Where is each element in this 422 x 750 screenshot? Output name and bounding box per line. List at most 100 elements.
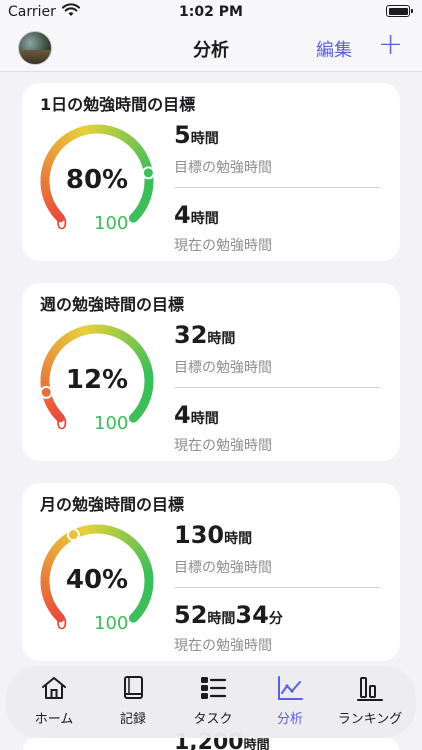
gauge-arc-segment bbox=[44, 198, 55, 207]
monthly-goal-card[interactable]: 月の勉強時間の目標 40% 0 100 130時間 目標の勉強時間 52時間34… bbox=[22, 483, 400, 661]
gauge-arc-segment bbox=[67, 330, 76, 341]
gauge-arc-segment bbox=[111, 527, 120, 538]
daily-goal-card[interactable]: 1日の勉強時間の目標 80% 0 100 5時間 目標の勉強時間 4時間 現在の… bbox=[22, 83, 400, 261]
gauge-arc-segment bbox=[108, 126, 116, 136]
current-caption: 現在の勉強時間 bbox=[174, 638, 272, 654]
gauge-arc-segment bbox=[88, 524, 94, 535]
gauge-arc-segment bbox=[137, 402, 148, 412]
tab-ranking[interactable]: ランキング bbox=[329, 674, 411, 732]
target-time: 5時間 bbox=[174, 121, 219, 149]
gauge-max-label: 100 bbox=[94, 413, 129, 434]
gauge-arc-segment bbox=[130, 341, 141, 351]
gauge-arc-segment bbox=[48, 347, 59, 357]
tab-tasks[interactable]: タスク bbox=[172, 674, 254, 732]
gauge-arc-segment bbox=[100, 124, 107, 135]
gauge-arc-segment bbox=[79, 525, 87, 536]
gauge-arc-segment bbox=[100, 524, 107, 535]
gauge-arc-segment bbox=[60, 534, 70, 545]
bar-chart-icon bbox=[357, 677, 383, 701]
tab-analysis[interactable]: 分析 bbox=[249, 674, 331, 732]
gauge-arc-segment bbox=[57, 137, 67, 148]
status-bar: Carrier 1:02 PM bbox=[0, 0, 422, 24]
gauge-arc-segment bbox=[104, 125, 111, 135]
gauge-max-label: 100 bbox=[94, 213, 129, 234]
gauge-arc-segment bbox=[75, 127, 83, 138]
gauge-arc-segment bbox=[130, 541, 141, 551]
gauge-arc-segment bbox=[118, 330, 128, 341]
current-unit: 時間 bbox=[207, 611, 236, 627]
gauge-arc-segment bbox=[44, 354, 55, 363]
divider bbox=[174, 587, 380, 588]
yearly-goal-card[interactable]: 1,200時間 bbox=[22, 730, 400, 750]
card-title: 1日の勉強時間の目標 bbox=[40, 95, 196, 114]
gauge-arc-segment bbox=[57, 537, 67, 548]
divider bbox=[174, 387, 380, 388]
gauge-arc-segment bbox=[48, 205, 59, 215]
gauge-arc-segment bbox=[43, 195, 54, 203]
gauge-arc-segment bbox=[60, 334, 70, 345]
gauge-max-label: 100 bbox=[94, 613, 129, 634]
gauge-arc-segment bbox=[128, 210, 142, 223]
gauge-arc-segment bbox=[139, 555, 150, 564]
target-number: 5 bbox=[174, 121, 191, 149]
current-minutes: 34 bbox=[235, 601, 269, 629]
gauge-arc-segment bbox=[67, 130, 76, 141]
tab-label: 分析 bbox=[276, 712, 303, 727]
current-time: 4時間 bbox=[174, 401, 219, 429]
gauge-percent: 80% bbox=[65, 165, 129, 195]
target-unit: 時間 bbox=[207, 331, 236, 347]
gauge-arc-segment bbox=[63, 332, 73, 343]
gauge-arc-segment bbox=[83, 525, 91, 535]
gauge-arc-segment bbox=[79, 325, 87, 336]
tab-bar: ホーム 記録 タスク 分析 ランキング bbox=[6, 666, 416, 738]
gauge-arc-segment bbox=[133, 144, 144, 154]
gauge-arc-segment bbox=[121, 132, 131, 143]
gauge-arc-segment bbox=[51, 143, 62, 154]
current-time: 52時間34分 bbox=[174, 601, 283, 629]
gauge-arc-segment bbox=[137, 202, 148, 212]
gauge-arc-segment bbox=[88, 124, 94, 135]
page-title: 分析 bbox=[193, 40, 229, 61]
gauge-arc-segment bbox=[71, 128, 80, 139]
target-time: 130時間 bbox=[174, 521, 252, 549]
gauge-arc-segment bbox=[128, 610, 142, 623]
gauge-arc-segment bbox=[44, 554, 55, 563]
clock: 1:02 PM bbox=[179, 4, 243, 20]
gauge-arc-segment bbox=[111, 127, 120, 138]
gauge-arc-segment bbox=[135, 547, 146, 557]
tab-record[interactable]: 記録 bbox=[92, 674, 174, 732]
goal-info: 5時間 目標の勉強時間 4時間 現在の勉強時間 bbox=[174, 83, 384, 261]
current-number: 4 bbox=[174, 201, 191, 229]
divider bbox=[174, 187, 380, 188]
gauge-arc-segment bbox=[137, 151, 148, 160]
gauge-arc-segment bbox=[135, 347, 146, 357]
gauge-arc-segment bbox=[46, 402, 57, 411]
gauge-arc-segment bbox=[118, 530, 128, 541]
add-button[interactable]: + bbox=[378, 30, 403, 60]
gauge-arc-segment bbox=[79, 125, 87, 136]
gauge-arc-segment bbox=[100, 324, 107, 335]
tab-label: ホーム bbox=[34, 712, 74, 727]
gauge-arc-segment bbox=[115, 128, 124, 139]
gauge-arc-segment bbox=[137, 602, 148, 612]
gauge-arc-segment bbox=[75, 327, 83, 338]
gauge-arc-segment bbox=[88, 324, 94, 335]
weekly-goal-card[interactable]: 週の勉強時間の目標 12% 0 100 32時間 目標の勉強時間 4時間 現在の… bbox=[22, 283, 400, 461]
tab-label: ランキング bbox=[337, 712, 403, 727]
gauge-arc-segment bbox=[140, 195, 151, 204]
gauge-arc-segment bbox=[139, 599, 150, 608]
tab-home[interactable]: ホーム bbox=[13, 674, 95, 732]
edit-button[interactable]: 編集 bbox=[316, 36, 352, 62]
chart-line-icon bbox=[278, 676, 303, 700]
gauge-arc-segment bbox=[83, 325, 91, 335]
gauge-arc-segment bbox=[124, 135, 135, 146]
gauge-arc-segment bbox=[54, 540, 64, 551]
gauge-percent: 40% bbox=[65, 565, 129, 595]
gauge-arc-segment bbox=[127, 538, 138, 548]
gauge-arc-segment bbox=[60, 134, 70, 145]
navigation-bar: 分析 編集 + bbox=[0, 24, 422, 72]
gauge-arc-segment bbox=[140, 595, 151, 604]
gauge-arc-segment bbox=[127, 138, 138, 148]
gauge-arc-segment bbox=[57, 337, 67, 348]
gauge-arc-segment bbox=[63, 132, 73, 143]
